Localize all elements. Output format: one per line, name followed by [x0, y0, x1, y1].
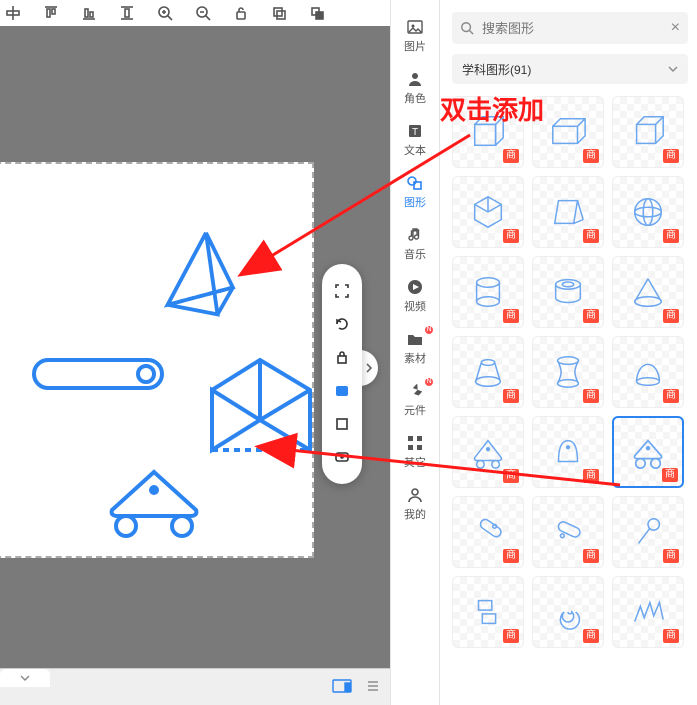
commercial-badge: 商 — [663, 389, 679, 403]
shape-tile-pill[interactable]: 商 — [452, 496, 524, 568]
shape-tile-prism-lean[interactable]: 商 — [532, 176, 604, 248]
copy-icon[interactable] — [270, 4, 288, 22]
canvas-shape-prism[interactable] — [206, 354, 316, 462]
commercial-badge: 商 — [663, 549, 679, 563]
shapes-grid: 商商商商商商商商商商商商商商商商商商商商商 — [452, 96, 688, 648]
commercial-badge: 商 — [663, 229, 679, 243]
nav-label: 视频 — [404, 298, 426, 314]
search-input[interactable] — [480, 20, 665, 37]
commercial-badge: 商 — [503, 549, 519, 563]
commercial-badge: 商 — [503, 469, 519, 483]
nav-label: 其它 — [404, 454, 426, 470]
border-icon[interactable] — [331, 446, 353, 468]
shape-tile-cube-alt[interactable]: 商 — [452, 176, 524, 248]
unlock-icon[interactable] — [232, 4, 250, 22]
category-label: 学科图形(91) — [462, 61, 531, 78]
commercial-badge: 商 — [503, 229, 519, 243]
shape-tile-rover-small[interactable]: 商 — [452, 416, 524, 488]
zoom-out-icon[interactable] — [194, 4, 212, 22]
category-select[interactable]: 学科图形(91) — [452, 54, 688, 84]
shape-tile-frustum[interactable]: 商 — [452, 336, 524, 408]
commercial-badge: 商 — [583, 469, 599, 483]
canvas-shape-capsule[interactable] — [32, 358, 164, 390]
floating-toolbar — [322, 264, 362, 484]
nav-image[interactable]: 图片 — [391, 18, 439, 54]
annotation-text: 双击添加 — [440, 90, 544, 127]
nav-music[interactable]: 音乐 — [391, 226, 439, 262]
commercial-badge: 商 — [662, 468, 678, 482]
nav-shapes[interactable]: 图形 — [391, 174, 439, 210]
page-tab[interactable] — [0, 669, 50, 687]
paste-icon[interactable] — [308, 4, 326, 22]
shape-tile-dome[interactable]: 商 — [612, 336, 684, 408]
nav-other[interactable]: 其它 — [391, 434, 439, 470]
shape-tile-spiral[interactable]: 商 — [532, 576, 604, 648]
shape-tile-vase[interactable]: 商 — [532, 336, 604, 408]
rotate-icon[interactable] — [331, 313, 353, 335]
nav-label: 图片 — [404, 38, 426, 54]
commercial-badge: 商 — [583, 389, 599, 403]
device-preview-icon[interactable] — [332, 679, 352, 696]
lock-icon[interactable] — [331, 346, 353, 368]
shape-tile-bell[interactable]: 商 — [532, 416, 604, 488]
shape-tile-cylinder[interactable]: 商 — [452, 256, 524, 328]
commercial-badge: 商 — [663, 629, 679, 643]
nav-role[interactable]: 角色 — [391, 70, 439, 106]
shape-tile-pill2[interactable]: 商 — [532, 496, 604, 568]
commercial-badge: 商 — [583, 549, 599, 563]
canvas-shape-tetrahedron[interactable] — [158, 228, 254, 324]
shape-tile-cube-solid[interactable]: 商 — [612, 96, 684, 168]
nav-text[interactable]: T 文本 — [391, 122, 439, 158]
nav-label: 图形 — [404, 194, 426, 210]
commercial-badge: 商 — [663, 149, 679, 163]
nav-label: 我的 — [404, 506, 426, 522]
editor-toolbar — [0, 0, 390, 26]
commercial-badge: 商 — [663, 309, 679, 323]
nav-label: 文本 — [404, 142, 426, 158]
fit-icon[interactable] — [331, 280, 353, 302]
commercial-badge: 商 — [503, 309, 519, 323]
commercial-badge: 商 — [503, 629, 519, 643]
align-bottom-icon[interactable] — [80, 4, 98, 22]
chevron-down-icon — [668, 65, 678, 73]
shape-tile-globe[interactable]: 商 — [612, 176, 684, 248]
search-icon — [460, 21, 474, 35]
shape-tile-zigzag[interactable]: 商 — [612, 576, 684, 648]
commercial-badge: 商 — [583, 629, 599, 643]
align-top-icon[interactable] — [42, 4, 60, 22]
nav-label: 音乐 — [404, 246, 426, 262]
align-h-icon[interactable] — [4, 4, 22, 22]
shape-tile-pin[interactable]: 商 — [612, 496, 684, 568]
badge-dot: N — [425, 378, 433, 386]
scale-icon[interactable] — [331, 413, 353, 435]
canvas-shape-rover[interactable] — [106, 466, 202, 538]
shape-tile-rects[interactable]: 商 — [452, 576, 524, 648]
nav-video[interactable]: 视频 — [391, 278, 439, 314]
shape-tile-cone[interactable]: 商 — [612, 256, 684, 328]
badge-dot: N — [425, 326, 433, 334]
nav-label: 素材 — [404, 350, 426, 366]
commercial-badge: 商 — [583, 149, 599, 163]
shape-tile-rover-wheels[interactable]: 商 — [612, 416, 684, 488]
nav-label: 元件 — [404, 402, 426, 418]
commercial-badge: 商 — [583, 309, 599, 323]
nav-assets[interactable]: N 素材 — [391, 330, 439, 366]
commercial-badge: 商 — [503, 149, 519, 163]
list-icon[interactable] — [366, 679, 380, 696]
nav-components[interactable]: N 元件 — [391, 382, 439, 418]
category-nav: 图片 角色 T 文本 图形 音乐 视频 N 素材 N 元件 其它 我的 — [390, 0, 440, 705]
commercial-badge: 商 — [503, 389, 519, 403]
nav-label: 角色 — [404, 90, 426, 106]
align-flush-icon[interactable] — [118, 4, 136, 22]
clear-icon[interactable]: × — [671, 19, 680, 37]
zoom-in-icon[interactable] — [156, 4, 174, 22]
commercial-badge: 商 — [583, 229, 599, 243]
search-box: × — [452, 12, 688, 44]
shape-tile-ring-cyl[interactable]: 商 — [532, 256, 604, 328]
footer-bar — [0, 668, 390, 705]
svg-text:T: T — [412, 127, 418, 138]
nav-mine[interactable]: 我的 — [391, 486, 439, 522]
fill-icon[interactable] — [331, 380, 353, 402]
